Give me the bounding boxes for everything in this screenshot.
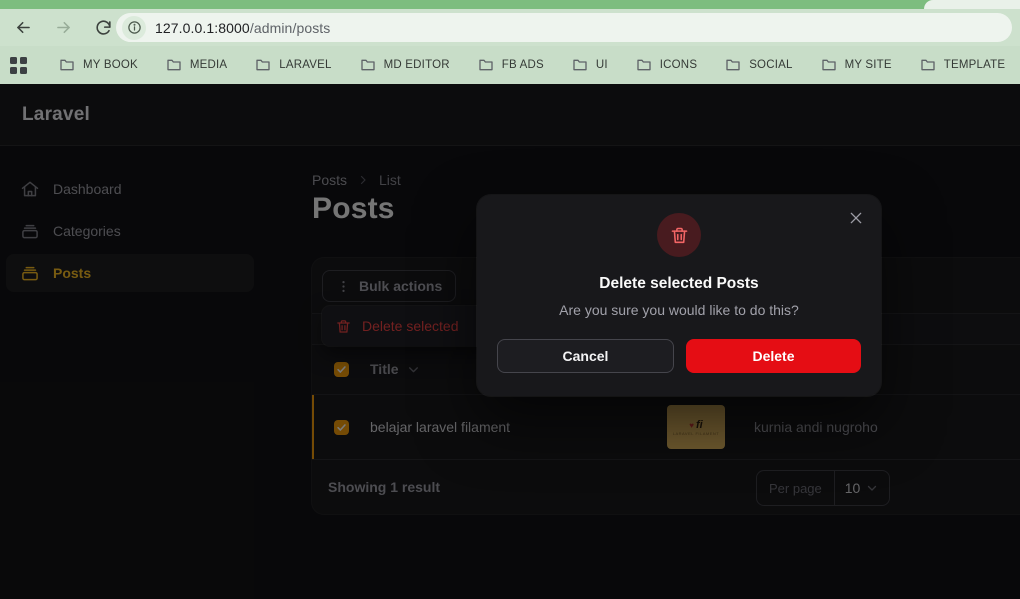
modal-title: Delete selected Posts xyxy=(497,275,861,293)
bookmark-label: FB ADS xyxy=(502,59,544,71)
modal-actions: Cancel Delete xyxy=(497,339,861,373)
folder-icon xyxy=(636,57,652,73)
danger-icon-circle xyxy=(657,213,701,257)
folder-icon xyxy=(478,57,494,73)
url-path: /admin/posts xyxy=(250,20,331,36)
bookmark-label: TEMPLATE xyxy=(944,59,1005,71)
apps-grid-icon[interactable] xyxy=(10,57,27,74)
bookmark-item-icons[interactable]: ICONS xyxy=(622,51,711,79)
url-host: 127.0.0.1:8000 xyxy=(155,20,250,36)
bookmark-item-my-site[interactable]: MY SITE xyxy=(807,51,906,79)
bookmark-label: SOCIAL xyxy=(749,59,792,71)
folder-icon xyxy=(821,57,837,73)
browser-frame-strip xyxy=(0,0,1020,9)
back-arrow-icon xyxy=(14,18,33,37)
forward-arrow-icon xyxy=(54,18,73,37)
tab-corner xyxy=(924,0,1020,9)
bookmark-label: MY BOOK xyxy=(83,59,138,71)
folder-icon xyxy=(725,57,741,73)
bookmarks-bar: MY BOOK MEDIA LARAVEL MD EDITOR FB ADS U… xyxy=(0,46,1020,84)
bookmark-item-md-editor[interactable]: MD EDITOR xyxy=(346,51,464,79)
bookmark-label: MEDIA xyxy=(190,59,227,71)
folder-icon xyxy=(255,57,271,73)
address-bar[interactable]: 127.0.0.1:8000/admin/posts xyxy=(116,13,1012,42)
close-icon xyxy=(848,210,864,226)
delete-confirmation-modal: Delete selected Posts Are you sure you w… xyxy=(477,195,881,396)
bookmark-item-laravel[interactable]: LARAVEL xyxy=(241,51,345,79)
folder-icon xyxy=(59,57,75,73)
info-icon xyxy=(127,20,142,35)
folder-icon xyxy=(572,57,588,73)
bookmark-item-media[interactable]: MEDIA xyxy=(152,51,241,79)
bookmark-label: LARAVEL xyxy=(279,59,331,71)
modal-message: Are you sure you would like to do this? xyxy=(497,302,861,318)
reload-icon xyxy=(94,18,113,37)
bookmark-item-social[interactable]: SOCIAL xyxy=(711,51,806,79)
bookmark-item-template[interactable]: TEMPLATE xyxy=(906,51,1019,79)
folder-icon xyxy=(166,57,182,73)
trash-icon xyxy=(669,225,690,246)
bookmark-item-fb-ads[interactable]: FB ADS xyxy=(464,51,558,79)
bookmark-label: MY SITE xyxy=(845,59,892,71)
browser-window: 127.0.0.1:8000/admin/posts MY BOOK MEDIA… xyxy=(0,0,1020,599)
cancel-button[interactable]: Cancel xyxy=(497,339,674,373)
back-button[interactable] xyxy=(6,13,40,43)
bookmark-label: UI xyxy=(596,59,608,71)
url-text: 127.0.0.1:8000/admin/posts xyxy=(155,20,330,36)
reload-button[interactable] xyxy=(86,13,120,43)
delete-button[interactable]: Delete xyxy=(686,339,861,373)
forward-button[interactable] xyxy=(46,13,80,43)
bookmark-label: MD EDITOR xyxy=(384,59,450,71)
folder-icon xyxy=(920,57,936,73)
site-info-button[interactable] xyxy=(122,16,146,40)
browser-toolbar: 127.0.0.1:8000/admin/posts xyxy=(0,9,1020,46)
folder-icon xyxy=(360,57,376,73)
modal-close-button[interactable] xyxy=(845,207,867,229)
bookmark-label: ICONS xyxy=(660,59,697,71)
bookmark-item-my-book[interactable]: MY BOOK xyxy=(45,51,152,79)
bookmark-item-ui[interactable]: UI xyxy=(558,51,622,79)
